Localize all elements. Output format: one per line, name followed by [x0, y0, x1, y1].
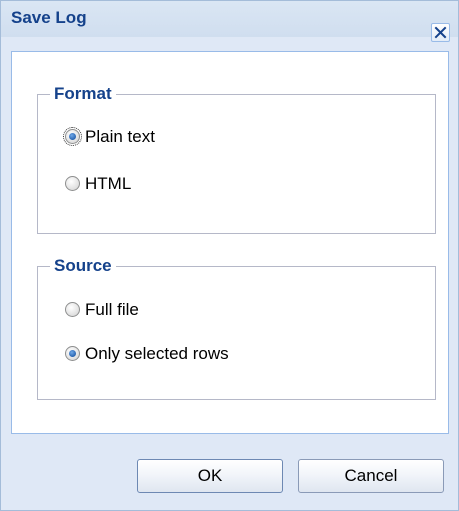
close-icon: [434, 26, 447, 39]
format-html-label: HTML: [85, 174, 132, 193]
format-group: Format: [37, 83, 436, 234]
dialog-title: Save Log: [11, 8, 87, 27]
source-full-file-label: Full file: [85, 300, 139, 319]
ok-button[interactable]: OK: [137, 459, 283, 493]
save-log-dialog: Save Log Format Plain text HTML Source F…: [0, 0, 459, 511]
format-html-radio[interactable]: [65, 176, 80, 191]
title-bar[interactable]: Save Log: [1, 1, 458, 37]
source-group: Source: [37, 255, 436, 400]
close-button[interactable]: [431, 23, 450, 42]
source-selected-rows-label: Only selected rows: [85, 344, 229, 363]
format-plain-text-label: Plain text: [85, 127, 155, 146]
format-legend: Format: [50, 83, 116, 105]
source-full-file-radio[interactable]: [65, 302, 80, 317]
format-plain-text-radio[interactable]: [63, 127, 82, 146]
source-selected-rows-radio[interactable]: [65, 346, 80, 361]
source-legend: Source: [50, 255, 116, 277]
cancel-button[interactable]: Cancel: [298, 459, 444, 493]
